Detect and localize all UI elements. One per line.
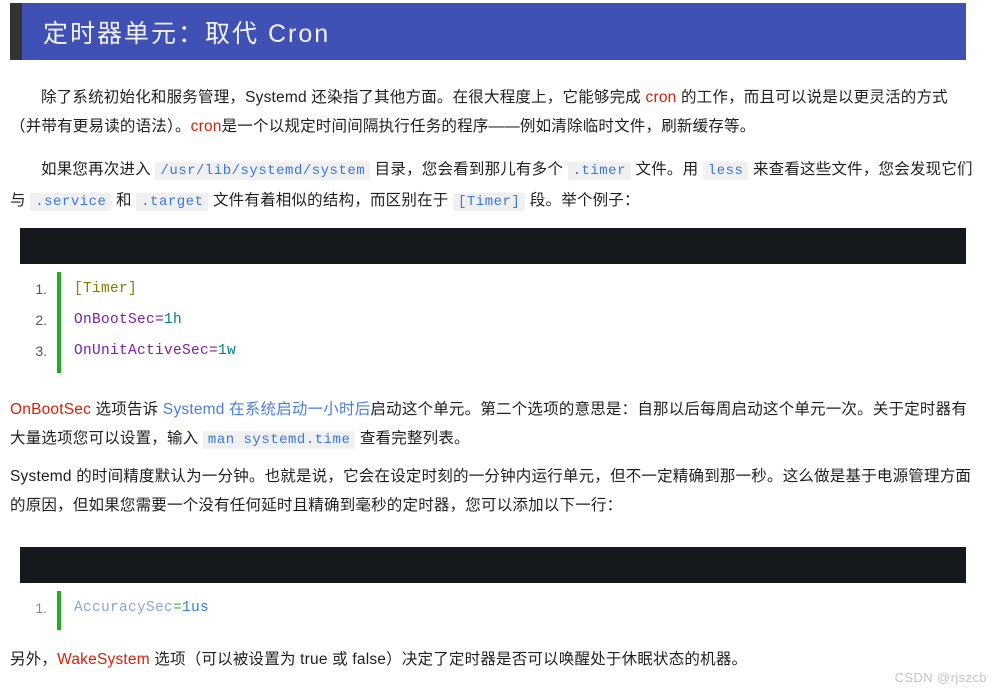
code-line: 3. OnUnitActiveSec=1w [20,336,966,367]
token-value: 1us [182,600,210,616]
token-equals: = [209,343,219,359]
code-chip-service-ext: .service [30,193,112,211]
p2-segment-1: 如果您再次进入 [41,161,156,178]
code-block-2-gutter-bar [57,591,61,630]
code-line-text: OnBootSec=1h [74,305,182,336]
line-number: 3. [35,343,47,359]
code-block-2-body: 1. AccuracySec=1us [20,583,966,636]
p2-segment-3: 文件。用 [631,161,703,178]
p2-segment-7: 段。举个例子： [525,192,640,209]
code-line: 1. AccuracySec=1us [20,593,966,624]
token-key: OnBootSec [74,312,156,328]
code-chip-systemd-path: /usr/lib/systemd/system [155,162,371,180]
code-line: 2. OnBootSec=1h [20,305,966,336]
code-block-2: 1. AccuracySec=1us [20,547,966,636]
paragraph-4: Systemd 的时间精度默认为一分钟。也就是说，它会在设定时刻的一分钟内运行单… [10,462,978,520]
p1-inline-cron-2: cron [190,118,222,135]
token-value: 1w [218,343,237,359]
p1-inline-cron-1: cron [645,89,677,106]
paragraph-5: 另外，WakeSystem 选项（可以被设置为 true 或 false）决定了… [10,645,978,674]
p2-segment-5: 和 [111,192,137,209]
page-title-banner: 定时器单元：取代 Cron [10,3,966,60]
code-chip-target-ext: .target [136,193,209,211]
line-number: 1. [35,600,47,616]
code-chip-timer-section: [Timer] [452,193,526,211]
code-line-text: OnUnitActiveSec=1w [74,336,236,367]
p3-highlight-systemd: Systemd 在系统启动一小时后 [162,401,371,418]
p3-segment-2: 选项告诉 [91,401,163,418]
token-key: OnUnitActiveSec [74,343,210,359]
line-number: 1. [35,281,47,297]
token-equals: = [173,600,183,616]
p1-segment-1: 除了系统初始化和服务管理，Systemd 还染指了其他方面。在很大程度上，它能够… [41,89,646,106]
token-value: 1h [164,312,183,328]
code-block-1: 1. [Timer] 2. OnBootSec=1h 3. OnUnitActi… [20,228,966,379]
page-title: 定时器单元：取代 Cron [43,19,331,48]
p2-segment-6: 文件有着相似的结构，而区别在于 [208,192,453,209]
token-section: [Timer] [74,281,138,297]
code-block-1-gutter-bar [57,272,61,373]
code-chip-less: less [702,162,749,180]
code-block-2-header [20,547,966,583]
p5-segment-1: 另外， [10,651,58,668]
paragraph-3: OnBootSec 选项告诉 Systemd 在系统启动一小时后启动这个单元。第… [10,395,978,455]
code-line-text: [Timer] [74,274,137,305]
p1-segment-3: 是一个以规定时间间隔执行任务的程序——例如清除临时文件，刷新缓存等。 [221,118,756,135]
title-accent-bar [10,3,22,60]
watermark: CSDN @rjszcb [894,670,987,685]
p5-segment-3: 选项（可以被设置为 true 或 false）决定了定时器是否可以唤醒处于休眠状… [149,651,748,668]
p3-highlight-onbootsec: OnBootSec [10,401,92,418]
token-equals: = [155,312,165,328]
p4-segment-1: Systemd 的时间精度默认为一分钟。也就是说，它会在设定时刻的一分钟内运行单… [10,468,972,514]
p2-segment-2: 目录，您会看到那儿有多个 [370,161,568,178]
code-block-1-header [20,228,966,264]
p3-segment-5: 查看完整列表。 [355,430,470,447]
code-chip-man-systemd-time: man systemd.time [202,431,356,449]
paragraph-1: 除了系统初始化和服务管理，Systemd 还染指了其他方面。在很大程度上，它能够… [10,83,978,141]
p5-highlight-wakesystem: WakeSystem [57,651,150,668]
paragraph-2: 如果您再次进入 /usr/lib/systemd/system 目录，您会看到那… [10,155,978,217]
code-chip-timer-ext: .timer [567,162,631,180]
line-number: 2. [35,312,47,328]
token-key: AccuracySec [74,600,174,616]
code-line-text: AccuracySec=1us [74,593,209,624]
code-line: 1. [Timer] [20,274,966,305]
article-page: 定时器单元：取代 Cron 除了系统初始化和服务管理，Systemd 还染指了其… [0,0,999,691]
code-block-1-body: 1. [Timer] 2. OnBootSec=1h 3. OnUnitActi… [20,264,966,379]
